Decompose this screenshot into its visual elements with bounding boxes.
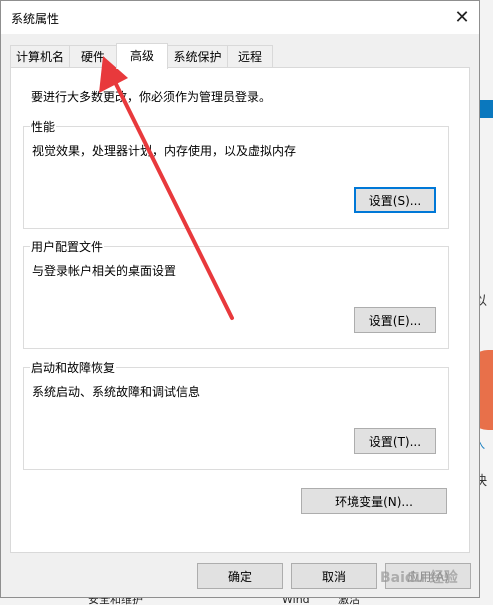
ok-button[interactable]: 确定: [197, 563, 283, 589]
performance-settings-button[interactable]: 设置(S)...: [354, 187, 436, 213]
performance-group: 性能 视觉效果，处理器计划，内存使用，以及虚拟内存 设置(S)...: [23, 118, 449, 229]
admin-notice: 要进行大多数更改，你必须作为管理员登录。: [31, 90, 272, 104]
tab-computer-name[interactable]: 计算机名: [10, 45, 70, 67]
tab-system-protection[interactable]: 系统保护: [167, 45, 228, 67]
watermark-text: Baidu 经验: [380, 570, 458, 586]
performance-label: 性能: [30, 118, 57, 135]
user-profiles-settings-button[interactable]: 设置(E)...: [354, 307, 436, 333]
user-profiles-group: 用户配置文件 与登录帐户相关的桌面设置 设置(E)...: [23, 238, 449, 349]
baidu-watermark: Baidu 经验: [380, 557, 475, 597]
tab-hardware[interactable]: 硬件: [69, 45, 117, 67]
system-properties-dialog: 系统属性 ✕ 计算机名 硬件 高级 系统保护 远程 要进行大多数更改，你必须作为…: [0, 0, 480, 598]
close-icon: ✕: [454, 7, 470, 28]
tab-advanced[interactable]: 高级: [116, 43, 168, 69]
title-bar[interactable]: 系统属性 ✕: [1, 1, 479, 34]
close-button[interactable]: ✕: [445, 1, 479, 34]
environment-variables-button[interactable]: 环境变量(N)...: [301, 488, 447, 514]
cancel-button[interactable]: 取消: [291, 563, 377, 589]
user-profiles-description: 与登录帐户相关的桌面设置: [32, 264, 177, 278]
performance-description: 视觉效果，处理器计划，内存使用，以及虚拟内存: [32, 144, 297, 158]
tab-remote[interactable]: 远程: [227, 45, 273, 67]
startup-recovery-settings-button[interactable]: 设置(T)...: [354, 428, 436, 454]
startup-recovery-description: 系统启动、系统故障和调试信息: [32, 385, 201, 399]
dialog-title: 系统属性: [11, 12, 60, 26]
startup-recovery-group: 启动和故障恢复 系统启动、系统故障和调试信息 设置(T)...: [23, 359, 449, 470]
startup-recovery-label: 启动和故障恢复: [30, 359, 117, 376]
user-profiles-label: 用户配置文件: [30, 238, 105, 255]
advanced-tab-panel: 要进行大多数更改，你必须作为管理员登录。 性能 视觉效果，处理器计划，内存使用，…: [10, 67, 470, 553]
